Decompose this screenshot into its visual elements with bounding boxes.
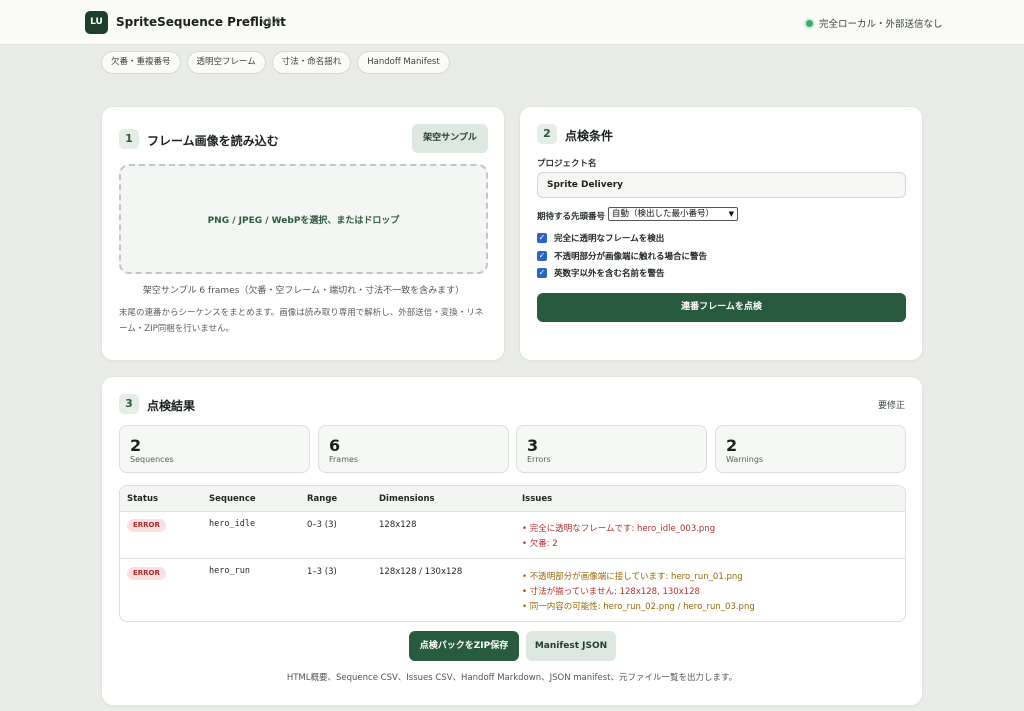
app-logo: LU <box>85 11 108 34</box>
table-row: ERROR hero_run 1–3 (3) 128x128 / 130x128… <box>120 559 905 621</box>
project-name-label: プロジェクト名 <box>537 159 597 169</box>
check-non-alnum-name[interactable]: ✓ 英数字以外を含む名前を警告 <box>537 267 665 279</box>
frame-range: 0–3 (3) <box>307 520 337 530</box>
stat-value: 2 <box>130 436 142 455</box>
stat-value: 3 <box>527 436 539 455</box>
start-number-label: 期待する先頭番号 <box>537 212 606 222</box>
stat-label: Sequences <box>130 455 174 464</box>
manifest-json-button[interactable]: Manifest JSON <box>526 631 616 661</box>
stat-label: Errors <box>527 455 551 464</box>
table-header: Status Sequence Range Dimensions Issues <box>120 486 905 512</box>
app-version: v1.0 <box>261 17 281 27</box>
file-dropzone[interactable]: PNG / JPEG / WebPを選択、またはドロップ <box>119 164 488 274</box>
panel-title: 点検条件 <box>565 129 614 143</box>
conditions-panel: 2 点検条件 プロジェクト名 期待する先頭番号 自動（検出した最小番号） ▼ ✓… <box>519 106 923 361</box>
status-badge: ERROR <box>127 519 166 532</box>
chip-handoff-manifest[interactable]: Handoff Manifest <box>357 51 450 74</box>
privacy-status: 完全ローカル・外部送信なし <box>806 16 943 30</box>
column-header: Dimensions <box>379 494 435 504</box>
column-header: Range <box>307 494 338 504</box>
panel-title: フレーム画像を読み込む <box>147 134 279 148</box>
top-bar: LU SpriteSequence Preflight v1.0 完全ローカル・… <box>0 0 1024 45</box>
stat-errors: 3 Errors <box>516 425 707 473</box>
issue-item: • 完全に透明なフレームです: hero_idle_003.png <box>522 524 716 534</box>
stat-value: 2 <box>726 436 738 455</box>
stat-label: Frames <box>329 455 359 464</box>
check-label: 完全に透明なフレームを検出 <box>554 234 665 244</box>
panel-title: 点検結果 <box>147 399 196 413</box>
stat-label: Warnings <box>726 455 764 464</box>
sample-note: 架空サンプル 6 frames（欠番・空フレーム・端切れ・寸法不一致を含みます） <box>142 286 465 296</box>
sequence-name: hero_run <box>209 566 250 576</box>
status-text: 完全ローカル・外部送信なし <box>819 19 943 30</box>
run-check-button[interactable]: 連番フレームを点検 <box>537 293 906 322</box>
status-badge: ERROR <box>127 567 166 580</box>
chip-size-naming[interactable]: 寸法・命名揺れ <box>271 51 352 74</box>
dimensions: 128x128 / 130x128 <box>379 567 463 577</box>
issue-item: • 欠番: 2 <box>522 539 558 549</box>
stat-warnings: 2 Warnings <box>715 425 906 473</box>
status-dot-icon <box>806 19 813 27</box>
step-number: 3 <box>119 394 139 414</box>
sample-button[interactable]: 架空サンプル <box>412 124 488 153</box>
start-number-select[interactable]: 自動（検出した最小番号） ▼ <box>608 207 738 221</box>
step-number: 1 <box>119 129 139 149</box>
panel-description: 末尾の連番からシーケンスをまとめます。画像は読み取り専用で解析し、外部送信・変換… <box>119 308 484 334</box>
check-label: 英数字以外を含む名前を警告 <box>554 269 665 279</box>
results-panel: 3 点検結果 要修正 2 Sequences 6 Frames 3 Errors… <box>101 376 923 706</box>
project-name-input[interactable] <box>537 172 906 198</box>
chip-missing-duplicate[interactable]: 欠番・重複番号 <box>101 51 181 74</box>
step-number: 2 <box>537 124 557 144</box>
stat-value: 6 <box>329 436 341 455</box>
issue-item: • 寸法が揃っていません: 128x128, 130x128 <box>522 587 700 597</box>
checkbox-checked-icon[interactable]: ✓ <box>537 251 547 261</box>
dimensions: 128x128 <box>379 520 417 530</box>
stat-frames: 6 Frames <box>318 425 509 473</box>
chevron-down-icon: ▼ <box>728 210 734 218</box>
check-transparent[interactable]: ✓ 完全に透明なフレームを検出 <box>537 232 664 244</box>
sequence-name: hero_idle <box>209 519 256 529</box>
chip-transparent-frames[interactable]: 透明空フレーム <box>186 51 266 74</box>
checkbox-checked-icon[interactable]: ✓ <box>537 268 547 278</box>
results-table: Status Sequence Range Dimensions Issues … <box>119 485 906 622</box>
check-label: 不透明部分が画像端に触れる場合に警告 <box>554 252 708 262</box>
results-status: 要修正 <box>878 401 906 411</box>
issue-item: • 不透明部分が画像端に接しています: hero_run_01.png <box>522 572 743 582</box>
table-row: ERROR hero_idle 0–3 (3) 128x128 • 完全に透明な… <box>120 512 905 559</box>
column-header: Issues <box>522 494 553 504</box>
checkbox-checked-icon[interactable]: ✓ <box>537 233 547 243</box>
feature-chips: 欠番・重複番号 透明空フレーム 寸法・命名揺れ Handoff Manifest <box>101 51 450 74</box>
column-header: Sequence <box>209 494 256 504</box>
load-frames-panel: 1 フレーム画像を読み込む 架空サンプル PNG / JPEG / WebPを選… <box>101 106 505 361</box>
check-edge-opaque[interactable]: ✓ 不透明部分が画像端に触れる場合に警告 <box>537 250 707 262</box>
dropzone-label: PNG / JPEG / WebPを選択、またはドロップ <box>207 215 400 226</box>
save-zip-button[interactable]: 点検パックをZIP保存 <box>409 631 519 661</box>
issue-item: • 同一内容の可能性: hero_run_02.png / hero_run_0… <box>522 602 755 612</box>
frame-range: 1–3 (3) <box>307 567 337 577</box>
start-number-value: 自動（検出した最小番号） <box>612 209 715 219</box>
export-note: HTML概要、Sequence CSV、Issues CSV、Handoff M… <box>286 673 738 683</box>
column-header: Status <box>127 494 159 504</box>
stat-sequences: 2 Sequences <box>119 425 310 473</box>
